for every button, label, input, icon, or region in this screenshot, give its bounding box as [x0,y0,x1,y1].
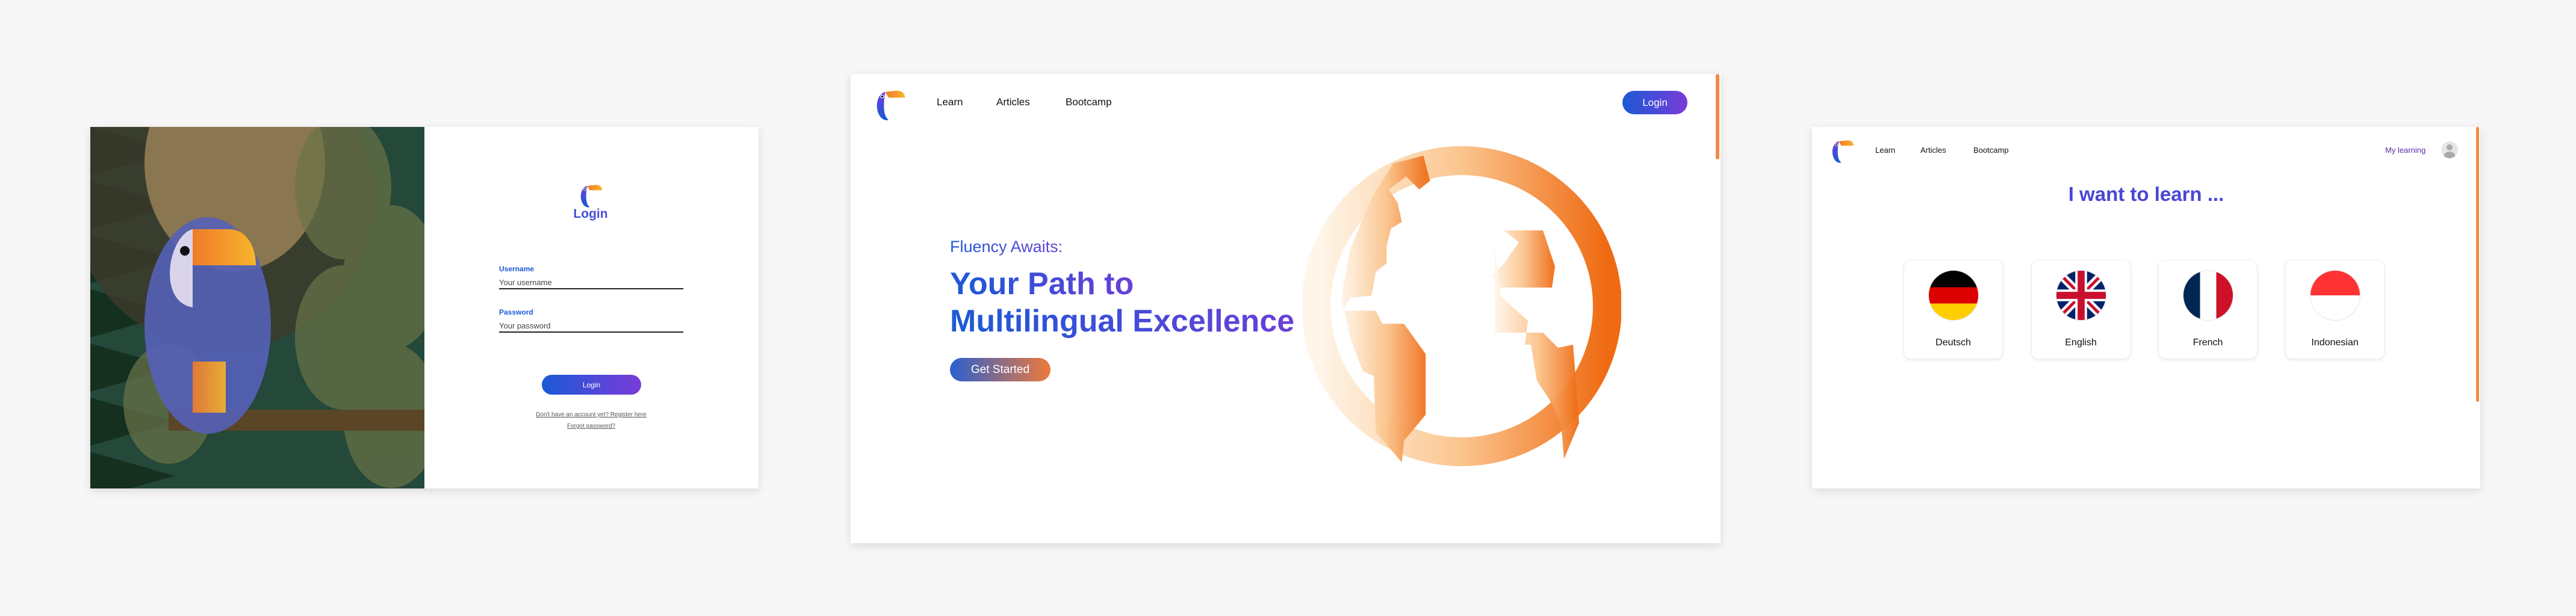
avatar-icon[interactable] [2441,141,2458,158]
hero-eyebrow: Fluency Awaits: [950,238,1063,256]
hero-headline-line2: Multilingual Excellence [950,304,1295,339]
indonesia-flag-icon [2310,270,2360,321]
scrollbar[interactable] [2476,127,2479,402]
hero-headline-line1: Your Path to [950,266,1134,301]
language-label: English [2065,337,2097,348]
username-label: Username [499,265,535,273]
france-flag-icon [2183,270,2233,321]
language-card-english[interactable]: English [2031,260,2131,359]
nav-learn[interactable]: Learn [937,96,963,108]
language-label: French [2193,337,2223,348]
toucan-illustration [90,127,424,488]
password-label: Password [499,308,533,316]
login-title: Login [530,207,651,221]
register-link[interactable]: Don't have an account yet? Register here [499,411,683,418]
uk-flag-icon [2056,270,2106,321]
toucan-logo-icon [577,182,604,209]
language-card-french[interactable]: French [2158,260,2258,359]
language-label: Deutsch [1935,337,1971,348]
login-button[interactable]: Login [1622,91,1687,114]
toucan-logo-icon[interactable] [1829,138,1855,164]
nav-bootcamp[interactable]: Bootcamp [1066,96,1112,108]
nav-articles[interactable]: Articles [996,96,1030,108]
language-card-indonesian[interactable]: Indonesian [2285,260,2385,359]
login-screen: Login Username Password Login Don't have… [90,127,759,488]
password-input[interactable] [499,320,683,333]
language-select-screen: Learn Articles Bootcamp My learning I wa… [1812,127,2480,488]
my-learning-link[interactable]: My learning [2385,146,2425,155]
username-input[interactable] [499,277,683,289]
nav-learn[interactable]: Learn [1875,146,1895,155]
toucan-logo-icon[interactable] [872,87,907,122]
germany-flag-icon [1928,270,1979,321]
language-card-deutsch[interactable]: Deutsch [1904,260,2003,359]
forgot-password-link[interactable]: Forgot password? [499,423,683,430]
page-title: I want to learn ... [2068,183,2224,205]
nav-articles[interactable]: Articles [1920,146,1946,155]
get-started-button[interactable]: Get Started [950,358,1051,381]
nav-bootcamp[interactable]: Bootcamp [1973,146,2009,155]
landing-screen: Learn Articles Bootcamp Login Fluency Aw… [851,74,1721,543]
login-button[interactable]: Login [542,375,641,395]
globe-illustration [1302,146,1621,466]
language-label: Indonesian [2311,337,2359,348]
scrollbar[interactable] [1716,74,1719,159]
